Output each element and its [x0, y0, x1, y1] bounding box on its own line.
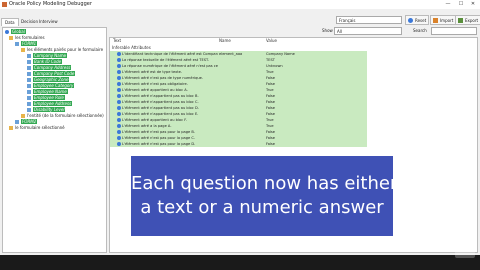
reset-icon [408, 18, 413, 23]
attribute-icon [117, 118, 121, 122]
item-icon [27, 83, 31, 88]
title-bar: Oracle Policy Modeling Debugger — ☐ ✕ [0, 0, 480, 9]
attribute-icon [117, 70, 121, 74]
search-input[interactable] [431, 27, 477, 35]
folder-icon [9, 35, 13, 40]
folder-icon [21, 47, 25, 52]
attribute-icon [117, 88, 121, 92]
app-icon [2, 2, 7, 7]
attribute-icon [117, 58, 121, 62]
item-icon [27, 89, 31, 94]
import-button[interactable]: Import [430, 15, 457, 25]
export-icon [458, 18, 463, 23]
search-label: Search [413, 28, 427, 33]
attribute-icon [117, 76, 121, 80]
attribute-icon [117, 100, 121, 104]
item-icon [27, 53, 31, 58]
item-icon [27, 71, 31, 76]
tab-data[interactable]: Data [1, 18, 19, 26]
tab-interview[interactable]: Interview [36, 18, 61, 26]
caption-line: Each question now has either [131, 173, 398, 194]
table-row[interactable]: L'élément aéré n'est pas pour la page D.… [110, 141, 367, 147]
globe-icon [5, 29, 9, 34]
attribute-icon [117, 112, 121, 116]
item-icon [27, 77, 31, 82]
item-icon [27, 59, 31, 64]
window-title: Oracle Policy Modeling Debugger [9, 1, 92, 7]
export-button[interactable]: Export [455, 15, 480, 25]
column-header-value[interactable]: Value [266, 38, 277, 44]
folder-icon [21, 113, 25, 118]
attribute-icon [117, 64, 121, 68]
attribute-icon [117, 130, 121, 134]
show-filter-select[interactable]: All [334, 27, 402, 35]
show-label: Show [322, 28, 333, 33]
cell-text: L'élément aéré n'est pas pour la page D. [122, 142, 196, 146]
video-caption: Each question now has either a text or a… [131, 156, 398, 236]
close-button[interactable]: ✕ [467, 0, 479, 9]
watermark-logo [455, 246, 475, 258]
attribute-icon [117, 136, 121, 140]
maximize-button[interactable]: ☐ [455, 0, 467, 9]
item-icon [27, 65, 31, 70]
reset-button[interactable]: Reset [405, 15, 430, 25]
item-icon [27, 107, 31, 112]
item-icon [27, 95, 31, 100]
folder-icon [9, 125, 13, 130]
entity-tree[interactable]: Global les formulaires FORM1 les élément… [2, 27, 107, 253]
minimize-button[interactable]: — [442, 0, 454, 9]
attribute-icon [117, 94, 121, 98]
attribute-icon [117, 124, 121, 128]
attribute-icon [117, 106, 121, 110]
column-header-name[interactable]: Name [219, 38, 231, 44]
tree-node[interactable]: le formulaire sélectionné [9, 125, 65, 131]
item-icon [27, 101, 31, 106]
language-select[interactable]: Français [336, 16, 402, 24]
import-icon [433, 18, 438, 23]
form-icon [15, 41, 19, 46]
column-header-text[interactable]: Text [113, 38, 121, 44]
form-icon [15, 119, 19, 124]
attribute-icon [117, 52, 121, 56]
attribute-icon [117, 82, 121, 86]
attribute-icon [117, 142, 121, 146]
caption-line: a text or a numeric answer [140, 197, 384, 218]
cell-value: False [266, 142, 276, 146]
